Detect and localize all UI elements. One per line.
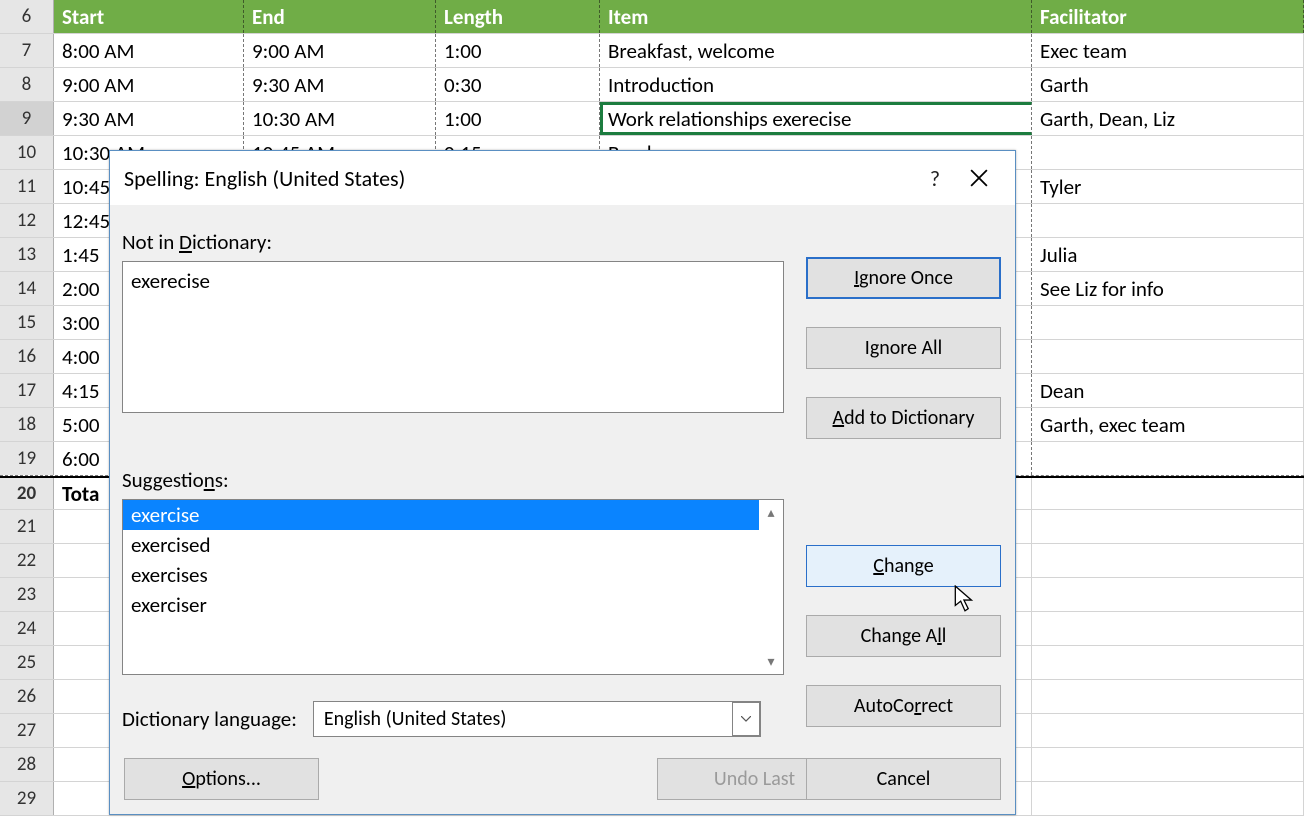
cell-item[interactable]: Breakfast, welcome <box>600 34 1032 67</box>
cell-item[interactable]: Introduction <box>600 68 1032 101</box>
options-button[interactable]: Options... <box>124 758 319 800</box>
row-number[interactable]: 21 <box>0 510 54 543</box>
add-to-dictionary-button[interactable]: Add to Dictionary <box>806 397 1001 439</box>
suggestion-item[interactable]: exercised <box>123 530 759 560</box>
cell-fac[interactable]: Exec team <box>1032 34 1304 67</box>
cell-len[interactable]: Length <box>436 0 600 33</box>
suggestion-item[interactable]: exerciser <box>123 590 759 620</box>
cell-fac[interactable] <box>1032 136 1304 169</box>
row-number[interactable]: 24 <box>0 612 54 645</box>
row-number[interactable]: 7 <box>0 34 54 67</box>
cell-fac[interactable]: Tyler <box>1032 170 1304 203</box>
scroll-down-icon[interactable]: ▾ <box>767 653 774 670</box>
change-all-button[interactable]: Change All <box>806 615 1001 657</box>
row-number[interactable]: 23 <box>0 578 54 611</box>
suggestions-scrollbar[interactable]: ▴ ▾ <box>759 500 783 674</box>
cell-fac[interactable] <box>1032 646 1304 679</box>
dialog-title: Spelling: English (United States) <box>124 165 913 192</box>
cell-len[interactable]: 1:00 <box>436 34 600 67</box>
cell-item[interactable]: Item <box>600 0 1032 33</box>
cell-fac[interactable] <box>1032 578 1304 611</box>
row-number[interactable]: 15 <box>0 306 54 339</box>
cell-fac[interactable] <box>1032 204 1304 237</box>
row-number[interactable]: 13 <box>0 238 54 271</box>
cell-fac[interactable] <box>1032 442 1304 475</box>
suggestions-label: Suggestions: <box>122 467 1003 493</box>
cell-end[interactable]: 10:30 AM <box>244 102 436 135</box>
cell-fac[interactable]: Garth, exec team <box>1032 408 1304 441</box>
spelling-dialog: Spelling: English (United States) ? Not … <box>109 150 1016 815</box>
cell-end[interactable]: End <box>244 0 436 33</box>
cell-len[interactable]: 1:00 <box>436 102 600 135</box>
cell-start[interactable]: 9:00 AM <box>54 68 244 101</box>
cell-start[interactable]: 9:30 AM <box>54 102 244 135</box>
row-number[interactable]: 19 <box>0 442 54 475</box>
ignore-once-button[interactable]: Ignore Once <box>806 257 1001 299</box>
change-button[interactable]: Change <box>806 545 1001 587</box>
row-number[interactable]: 27 <box>0 714 54 747</box>
row-number[interactable]: 16 <box>0 340 54 373</box>
row-number[interactable]: 8 <box>0 68 54 101</box>
autocorrect-button[interactable]: AutoCorrect <box>806 685 1001 727</box>
row-number[interactable]: 12 <box>0 204 54 237</box>
ignore-all-button[interactable]: Ignore All <box>806 327 1001 369</box>
cell-start[interactable]: 8:00 AM <box>54 34 244 67</box>
data-row: 99:30 AM10:30 AM1:00Work relationships e… <box>0 102 1304 136</box>
suggestion-item[interactable]: exercises <box>123 560 759 590</box>
cell-fac[interactable]: Garth, Dean, Liz <box>1032 102 1304 135</box>
row-number[interactable]: 10 <box>0 136 54 169</box>
dictionary-language-value: English (United States) <box>324 707 507 731</box>
row-number[interactable]: 22 <box>0 544 54 577</box>
dialog-body: Not in Dictionary: exerecise Ignore Once… <box>110 205 1015 814</box>
row-number[interactable]: 29 <box>0 782 54 815</box>
cell-fac[interactable]: See Liz for info <box>1032 272 1304 305</box>
data-row: 78:00 AM9:00 AM1:00Breakfast, welcomeExe… <box>0 34 1304 68</box>
cell-fac[interactable] <box>1032 340 1304 373</box>
cell-fac[interactable] <box>1032 782 1304 815</box>
cell-fac[interactable] <box>1032 478 1304 509</box>
cell-fac[interactable] <box>1032 306 1304 339</box>
row-number[interactable]: 28 <box>0 748 54 781</box>
scroll-up-icon[interactable]: ▴ <box>767 504 774 521</box>
cell-fac[interactable] <box>1032 544 1304 577</box>
dialog-titlebar: Spelling: English (United States) ? <box>110 151 1015 205</box>
cell-fac[interactable]: Julia <box>1032 238 1304 271</box>
cell-fac[interactable]: Facilitator <box>1032 0 1304 33</box>
close-button[interactable] <box>957 156 1001 200</box>
not-in-dict-box[interactable]: exerecise <box>122 261 784 413</box>
cell-end[interactable]: 9:30 AM <box>244 68 436 101</box>
row-number[interactable]: 17 <box>0 374 54 407</box>
dictionary-language-label: Dictionary language: <box>122 706 297 732</box>
row-number[interactable]: 6 <box>0 0 54 33</box>
cell-item[interactable]: Work relationships exerecise <box>600 102 1032 135</box>
cell-fac[interactable] <box>1032 510 1304 543</box>
cell-fac[interactable] <box>1032 612 1304 645</box>
dropdown-icon[interactable] <box>732 702 760 736</box>
cell-fac[interactable] <box>1032 748 1304 781</box>
cell-start[interactable]: Start <box>54 0 244 33</box>
cancel-button[interactable]: Cancel <box>806 758 1001 800</box>
cell-end[interactable]: 9:00 AM <box>244 34 436 67</box>
header-row: 6StartEndLengthItemFacilitator <box>0 0 1304 34</box>
cell-fac[interactable]: Garth <box>1032 68 1304 101</box>
row-number[interactable]: 20 <box>0 478 54 509</box>
suggestions-list[interactable]: exerciseexercisedexercisesexerciser ▴ ▾ <box>122 499 784 675</box>
suggestion-item[interactable]: exercise <box>123 500 759 530</box>
cell-fac[interactable]: Dean <box>1032 374 1304 407</box>
help-button[interactable]: ? <box>913 156 957 200</box>
row-number[interactable]: 9 <box>0 102 54 135</box>
row-number[interactable]: 11 <box>0 170 54 203</box>
row-number[interactable]: 14 <box>0 272 54 305</box>
cell-fac[interactable] <box>1032 680 1304 713</box>
row-number[interactable]: 25 <box>0 646 54 679</box>
not-in-dict-label: Not in Dictionary: <box>122 229 1003 255</box>
row-number[interactable]: 18 <box>0 408 54 441</box>
row-number[interactable]: 26 <box>0 680 54 713</box>
data-row: 89:00 AM9:30 AM0:30IntroductionGarth <box>0 68 1304 102</box>
dictionary-language-select[interactable]: English (United States) <box>313 701 761 737</box>
cell-fac[interactable] <box>1032 714 1304 747</box>
cell-len[interactable]: 0:30 <box>436 68 600 101</box>
